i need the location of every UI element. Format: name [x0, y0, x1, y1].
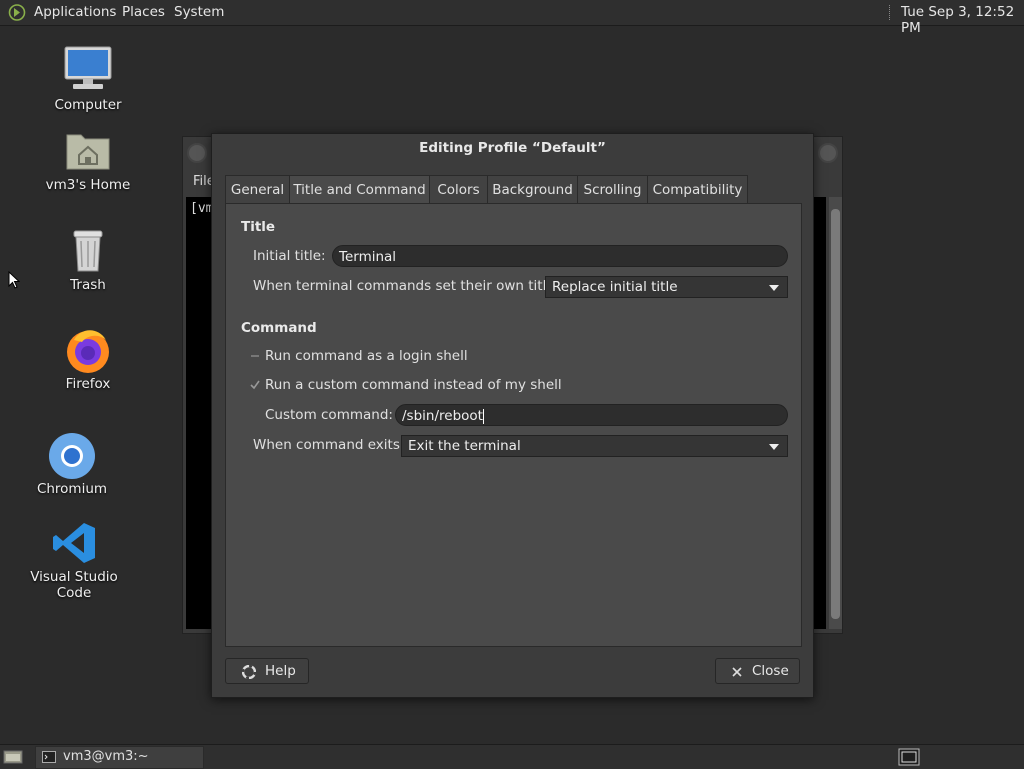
unchecked-icon — [251, 355, 259, 357]
vscode-icon — [53, 523, 95, 563]
text-caret — [482, 408, 484, 424]
initial-title-value: Terminal — [339, 249, 397, 265]
window-menu-button[interactable] — [187, 143, 207, 163]
checkmark-icon — [250, 380, 260, 390]
scrollbar-thumb[interactable] — [831, 209, 840, 619]
desktop-icon-firefox[interactable]: Firefox — [33, 326, 143, 396]
custom-command-toggle-label[interactable]: Run a custom command instead of my shell — [265, 377, 562, 393]
tab-background[interactable]: Background — [487, 175, 578, 205]
computer-icon — [64, 46, 112, 89]
desktop-icon-label: Visual Studio Code — [30, 569, 118, 601]
desktop-icon-label: Trash — [70, 277, 106, 293]
places-menu[interactable]: Places — [122, 4, 165, 20]
system-menu[interactable]: System — [174, 4, 224, 20]
terminal-scrollbar[interactable] — [829, 197, 842, 629]
dialog-title: Editing Profile “Default” — [419, 140, 606, 156]
top-panel: Applications Places System Tue Sep 3, 12… — [0, 0, 1024, 36]
own-titles-value: Replace initial title — [552, 279, 678, 295]
home-folder-icon — [66, 134, 110, 170]
help-button[interactable]: Help — [225, 658, 309, 684]
terminal-icon — [42, 751, 56, 763]
show-desktop-icon[interactable] — [3, 749, 23, 765]
desktop-icon-label: vm3's Home — [45, 177, 131, 193]
help-label: Help — [265, 663, 296, 679]
desktop-icon-trash[interactable]: Trash — [33, 229, 143, 295]
custom-command-value: /sbin/reboot — [402, 408, 483, 424]
initial-title-input[interactable]: Terminal — [332, 245, 788, 267]
tab-content: Title Initial title: Terminal When termi… — [225, 203, 802, 647]
login-shell-label[interactable]: Run command as a login shell — [265, 348, 468, 364]
desktop-icon-label: Computer — [54, 97, 122, 113]
applications-menu[interactable]: Applications — [34, 4, 116, 20]
trash-icon — [73, 230, 103, 272]
login-shell-checkbox[interactable] — [250, 351, 260, 361]
tab-general[interactable]: General — [225, 175, 290, 205]
tab-compatibility[interactable]: Compatibility — [647, 175, 748, 205]
bottom-panel: vm3@vm3:~ — [0, 744, 1024, 769]
profile-dialog: Editing Profile “Default” General Title … — [211, 133, 814, 698]
close-label: Close — [752, 663, 789, 679]
command-exits-label: When command exits: — [253, 437, 405, 453]
own-titles-dropdown[interactable]: Replace initial title — [545, 276, 788, 298]
firefox-icon — [67, 330, 109, 373]
window-close-button[interactable] — [818, 143, 838, 163]
command-exits-dropdown[interactable]: Exit the terminal — [401, 435, 788, 457]
applications-logo-icon[interactable] — [8, 4, 26, 21]
own-titles-label: When terminal commands set their own tit… — [253, 278, 567, 294]
desktop-icon-chromium[interactable]: Chromium — [17, 431, 127, 501]
desktop-icon-home[interactable]: vm3's Home — [33, 129, 143, 195]
title-section-heading: Title — [241, 219, 276, 235]
workspace-switcher-icon[interactable] — [898, 748, 920, 766]
tab-title-and-command[interactable]: Title and Command — [289, 175, 430, 205]
tab-scrolling[interactable]: Scrolling — [577, 175, 648, 205]
custom-command-input[interactable]: /sbin/reboot — [395, 404, 788, 426]
dropdown-arrow-icon — [769, 444, 779, 450]
taskbar-terminal-label: vm3@vm3:~ — [63, 749, 149, 764]
dropdown-arrow-icon — [769, 285, 779, 291]
desktop-icon-label: Firefox — [65, 376, 111, 392]
initial-title-label: Initial title: — [253, 248, 326, 264]
panel-separator — [889, 5, 892, 20]
command-section-heading: Command — [241, 320, 317, 336]
terminal-prompt: [vm — [190, 201, 214, 216]
close-button[interactable]: Close — [715, 658, 800, 684]
desktop-icon-computer[interactable]: Computer — [33, 46, 143, 116]
desktop-icon-label: Chromium — [36, 481, 108, 497]
close-icon — [732, 667, 742, 677]
mouse-cursor-icon — [8, 271, 20, 289]
command-exits-value: Exit the terminal — [408, 438, 521, 454]
desktop-icon-vscode[interactable]: Visual Studio Code — [19, 521, 129, 601]
clock[interactable]: Tue Sep 3, 12:52 PM — [901, 4, 1024, 36]
custom-command-checkbox[interactable] — [250, 380, 260, 390]
help-icon — [242, 665, 256, 679]
custom-command-label: Custom command: — [265, 407, 393, 423]
tab-colors[interactable]: Colors — [429, 175, 488, 205]
chromium-icon — [49, 433, 95, 479]
taskbar-terminal-button[interactable]: vm3@vm3:~ — [35, 746, 204, 769]
